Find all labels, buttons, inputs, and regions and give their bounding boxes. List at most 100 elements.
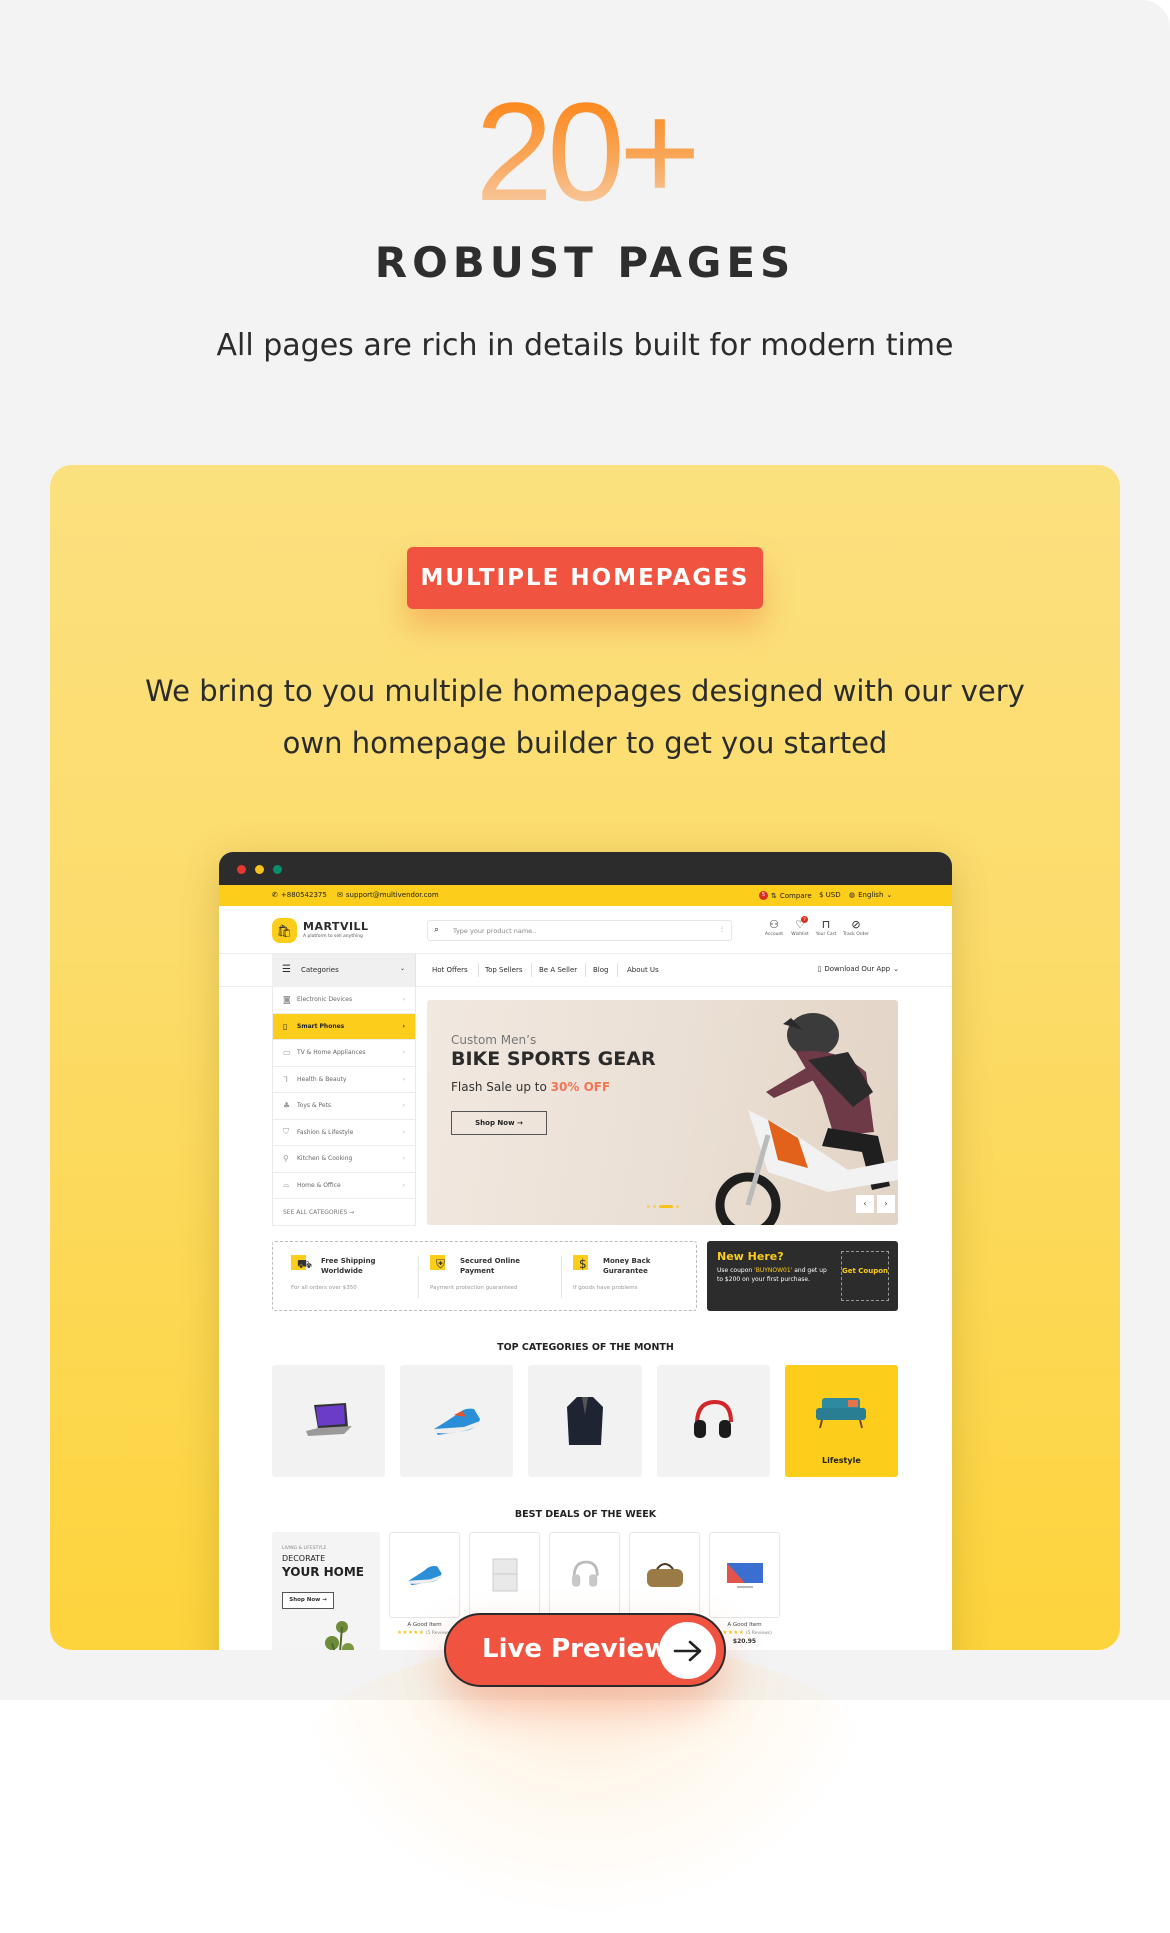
coupon-text: Use coupon 'BUYNOW01' and get up to $200… bbox=[717, 1267, 827, 1283]
top-categories-title: TOP CATEGORIES OF THE MONTH bbox=[497, 1342, 674, 1353]
product-card[interactable]: A Good Item ★★★★★ (5 Reviews) bbox=[389, 1532, 460, 1638]
logo-icon[interactable]: 🛍 bbox=[272, 918, 297, 943]
category-tile-sneaker[interactable] bbox=[400, 1365, 514, 1477]
mobile-icon: ▯ bbox=[817, 965, 822, 973]
nav-divider bbox=[585, 963, 586, 977]
category-tile-blazer[interactable] bbox=[528, 1365, 642, 1477]
category-tile-headphones[interactable] bbox=[656, 1365, 770, 1477]
motorbike-rider-image bbox=[715, 1013, 898, 1225]
get-coupon-button[interactable]: Get Coupon bbox=[841, 1251, 889, 1301]
sidebar-item-fashion-lifestyle[interactable]: ⛉ Fashion & Lifestyle › bbox=[273, 1120, 415, 1146]
track-order-button[interactable]: ⊘ Track Order bbox=[839, 918, 873, 937]
sidebar-item-tv-home-appliances[interactable]: ▭ TV & Home Appliances › bbox=[273, 1040, 415, 1067]
product-card[interactable]: A Good Item ★★★★★ (5 Reviews) $20.95 bbox=[709, 1532, 780, 1645]
hero-banner: Custom Men’s BIKE SPORTS GEAR Flash Sale… bbox=[427, 1000, 898, 1225]
nav-be-a-seller[interactable]: Be A Seller bbox=[539, 966, 577, 974]
chevron-right-icon: › bbox=[402, 1181, 405, 1189]
coupon-banner: New Here? Use coupon 'BUYNOW01' and get … bbox=[707, 1241, 898, 1311]
delivery-icon: ⛟ bbox=[291, 1255, 317, 1277]
filter-icon[interactable]: ⫶ bbox=[721, 925, 723, 935]
nav-top-sellers[interactable]: Top Sellers bbox=[485, 966, 523, 974]
compare-icon: ⇅ bbox=[771, 891, 777, 900]
homepages-card: MULTIPLE HOMEPAGES We bring to you multi… bbox=[50, 465, 1120, 1650]
sidebar-item-toys-pets[interactable]: ♣ Toys & Pets › bbox=[273, 1093, 415, 1120]
chevron-right-icon: › bbox=[402, 1128, 405, 1136]
phone-icon: ▯ bbox=[283, 1021, 288, 1031]
headphones-image bbox=[694, 1399, 734, 1438]
product-image-tv bbox=[709, 1532, 780, 1618]
compass-icon: ⊘ bbox=[851, 918, 861, 931]
camera-icon: ◙ bbox=[283, 995, 291, 1005]
search-input[interactable]: ⌕ Type your product name.. ⫶ bbox=[427, 920, 732, 941]
multiple-homepages-badge: MULTIPLE HOMEPAGES bbox=[407, 547, 763, 609]
sofa-image bbox=[816, 1398, 867, 1429]
shield-card-icon: ⛨ bbox=[430, 1255, 456, 1277]
currency-select[interactable]: $ USD bbox=[819, 891, 841, 899]
email-contact[interactable]: ✉ support@multivendor.com bbox=[337, 891, 439, 899]
minimize-dot-icon bbox=[255, 865, 264, 874]
category-tile-laptop[interactable] bbox=[272, 1365, 386, 1477]
product-image-sneaker bbox=[389, 1532, 460, 1618]
carousel-dot-active[interactable] bbox=[659, 1205, 673, 1208]
brand-tagline: A platform to sell anything bbox=[303, 934, 363, 939]
sidebar-item-kitchen-cooking[interactable]: ⚲ Kitchen & Cooking › bbox=[273, 1146, 415, 1173]
see-all-categories-link[interactable]: SEE ALL CATEGORIES → bbox=[273, 1199, 415, 1225]
sneaker-image bbox=[433, 1408, 480, 1435]
category-tile-lifestyle[interactable]: Lifestyle bbox=[784, 1365, 899, 1477]
carousel-prev-button[interactable]: ‹ bbox=[856, 1195, 874, 1213]
carousel-next-button[interactable]: › bbox=[877, 1195, 895, 1213]
search-placeholder: Type your product name.. bbox=[453, 927, 537, 935]
brand-name[interactable]: MARTVILL bbox=[303, 920, 369, 933]
carousel-dot[interactable] bbox=[676, 1205, 679, 1208]
tv-icon: ▭ bbox=[283, 1048, 291, 1058]
promo-shop-now-button[interactable]: Shop Now → bbox=[282, 1592, 334, 1609]
pages-count: 20+ bbox=[0, 82, 1170, 222]
shirt-icon: ⛉ bbox=[283, 1127, 289, 1137]
compare-link[interactable]: 5 ⇅ Compare bbox=[759, 891, 812, 900]
maximize-dot-icon bbox=[273, 865, 282, 874]
sidebar-item-health-beauty[interactable]: ᒣ Health & Beauty › bbox=[273, 1067, 415, 1093]
best-deals-title: BEST DEALS OF THE WEEK bbox=[514, 1509, 657, 1520]
hero-title: ROBUST PAGES bbox=[374, 238, 796, 287]
mail-icon: ✉ bbox=[337, 891, 343, 899]
hamburger-icon: ☰ bbox=[282, 964, 291, 975]
download-app-dropdown[interactable]: ▯ Download Our App ⌄ bbox=[818, 965, 899, 973]
live-preview-button[interactable]: Live Preview bbox=[444, 1613, 726, 1687]
chevron-right-icon: › bbox=[402, 1049, 405, 1057]
sidebar-item-smart-phones[interactable]: ▯ Smart Phones › bbox=[273, 1013, 415, 1040]
nav-blog[interactable]: Blog bbox=[593, 966, 608, 974]
blazer-image bbox=[567, 1397, 603, 1445]
nav-divider bbox=[617, 963, 618, 977]
feature-divider bbox=[561, 1256, 562, 1298]
live-preview-label: Live Preview bbox=[482, 1634, 669, 1664]
coupon-code: 'BUYNOW01' bbox=[754, 1267, 793, 1274]
description-line-2: own homepage builder to get you started bbox=[282, 726, 888, 760]
homepages-description: We bring to you multiple homepages desig… bbox=[50, 665, 1120, 769]
coupon-heading: New Here? bbox=[717, 1250, 784, 1263]
hero-subtitle: All pages are rich in details built for … bbox=[216, 328, 954, 363]
categories-dropdown[interactable]: ☰ Categories ⌄ bbox=[272, 954, 416, 987]
sidebar-item-home-office[interactable]: ⌓ Home & Office › bbox=[273, 1173, 415, 1199]
money-hand-icon: $ bbox=[573, 1255, 599, 1277]
close-dot-icon bbox=[237, 865, 246, 874]
carousel-dot[interactable] bbox=[647, 1205, 650, 1208]
banner-shop-now-button[interactable]: Shop Now → bbox=[451, 1111, 547, 1135]
chevron-right-icon: › bbox=[402, 1155, 405, 1163]
nav-hot-offers[interactable]: Hot Offers bbox=[432, 966, 468, 974]
nav-about-us[interactable]: About Us bbox=[627, 966, 659, 974]
sidebar-item-electronic-devices[interactable]: ◙ Electronic Devices › bbox=[273, 987, 415, 1014]
cart-button[interactable]: ⊓ Your Cart bbox=[809, 918, 843, 937]
bag-icon: ⊓ bbox=[821, 918, 831, 931]
sofa-icon: ⌓ bbox=[283, 1180, 290, 1190]
chevron-down-icon: ⌄ bbox=[399, 965, 405, 972]
language-select[interactable]: ◍ English ⌄ bbox=[849, 891, 892, 899]
chevron-right-icon: › bbox=[402, 996, 405, 1004]
main-nav: ☰ Categories ⌄ Hot Offers Top Sellers Be… bbox=[219, 954, 952, 987]
laptop-image bbox=[305, 1403, 352, 1436]
phone-contact[interactable]: ✆ +880542375 bbox=[272, 891, 327, 899]
browser-mockup: ✆ +880542375 ✉ support@multivendor.com 5 ⇅ C… bbox=[219, 852, 952, 1650]
carousel-indicators bbox=[647, 1205, 679, 1208]
description-line-1: We bring to you multiple homepages desig… bbox=[145, 674, 1025, 708]
carousel-dot[interactable] bbox=[653, 1205, 656, 1208]
chevron-right-icon: › bbox=[402, 1102, 405, 1110]
